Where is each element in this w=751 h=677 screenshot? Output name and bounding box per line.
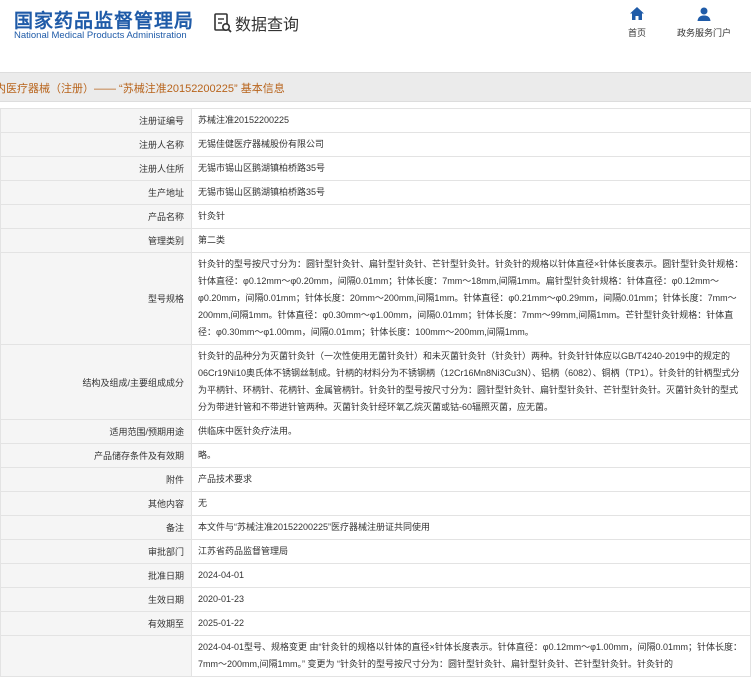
table-row: 批准日期 2024-04-01 bbox=[0, 563, 751, 588]
field-value: 2024-04-01型号、规格变更 由“针灸针的规格以针体的直径×针体长度表示。… bbox=[191, 635, 751, 677]
record-title: 内医疗器械（注册）—— “苏械注准20152200225” 基本信息 bbox=[0, 83, 285, 95]
table-row: 注册人住所 无锡市锡山区鹅湖镇柏桥路35号 bbox=[0, 156, 751, 181]
field-value: 无锡佳健医疗器械股份有限公司 bbox=[191, 132, 751, 157]
field-label: 其他内容 bbox=[0, 491, 192, 516]
field-label: 批准日期 bbox=[0, 563, 192, 588]
search-document-icon bbox=[214, 13, 232, 33]
field-label: 注册人住所 bbox=[0, 156, 192, 181]
nav-home[interactable]: 首页 bbox=[628, 6, 646, 39]
field-label: 注册证编号 bbox=[0, 108, 192, 133]
header-spacer bbox=[0, 56, 751, 72]
field-label: 型号规格 bbox=[0, 252, 192, 345]
logo-subtitle: National Medical Products Administration bbox=[14, 30, 187, 41]
field-value: 产品技术要求 bbox=[191, 467, 751, 492]
field-value: 无锡市锡山区鹅湖镇柏桥路35号 bbox=[191, 180, 751, 205]
field-label: 备注 bbox=[0, 515, 192, 540]
data-query-label: 数据查询 bbox=[235, 17, 300, 34]
logo-title[interactable]: 国家药品监督管理局 bbox=[14, 6, 194, 33]
field-label: 生效日期 bbox=[0, 587, 192, 612]
field-label bbox=[0, 635, 192, 677]
record-title-bar: 内医疗器械（注册）—— “苏械注准20152200225” 基本信息 bbox=[0, 72, 751, 102]
field-value: 针灸针 bbox=[191, 204, 751, 229]
user-icon bbox=[697, 7, 711, 21]
table-row: 结构及组成/主要组成成分 针灸针的品种分为灭菌针灸针（一次性使用无菌针灸针）和未灭… bbox=[0, 344, 751, 420]
nav-service-portal[interactable]: 政务服务门户 bbox=[677, 6, 731, 39]
table-row: 管理类别 第二类 bbox=[0, 228, 751, 253]
field-label: 有效期至 bbox=[0, 611, 192, 636]
table-row: 生效日期 2020-01-23 bbox=[0, 587, 751, 612]
table-row: 审批部门 江苏省药品监督管理局 bbox=[0, 539, 751, 564]
table-row: 附件 产品技术要求 bbox=[0, 467, 751, 492]
table-row: 型号规格 针灸针的型号按尺寸分为：圆针型针灸针、扁针型针灸针、芒针型针灸针。针灸针… bbox=[0, 252, 751, 345]
table-row: 产品储存条件及有效期 略。 bbox=[0, 443, 751, 468]
field-label: 产品名称 bbox=[0, 204, 192, 229]
nav-home-label: 首页 bbox=[628, 28, 647, 38]
field-label: 生产地址 bbox=[0, 180, 192, 205]
table-row: 备注 本文件与“苏械注准20152200225”医疗器械注册证共同使用 bbox=[0, 515, 751, 540]
table-row: 有效期至 2025-01-22 bbox=[0, 611, 751, 636]
table-row: 注册人名称 无锡佳健医疗器械股份有限公司 bbox=[0, 132, 751, 157]
site-header: 国家药品监督管理局 National Medical Products Admi… bbox=[0, 0, 751, 56]
table-row: 2024-04-01型号、规格变更 由“针灸针的规格以针体的直径×针体长度表示。… bbox=[0, 635, 751, 677]
field-value: 针灸针的品种分为灭菌针灸针（一次性使用无菌针灸针）和未灭菌针灸针（针灸针）两种。… bbox=[191, 344, 751, 420]
home-icon bbox=[630, 7, 644, 20]
field-value: 无 bbox=[191, 491, 751, 516]
field-value: 供临床中医针灸疗法用。 bbox=[191, 419, 751, 444]
field-value: 略。 bbox=[191, 443, 751, 468]
field-value: 2020-01-23 bbox=[191, 587, 751, 612]
table-row: 适用范围/预期用途 供临床中医针灸疗法用。 bbox=[0, 419, 751, 444]
field-label: 管理类别 bbox=[0, 228, 192, 253]
field-value: 2024-04-01 bbox=[191, 563, 751, 588]
field-value: 无锡市锡山区鹅湖镇柏桥路35号 bbox=[191, 156, 751, 181]
field-label: 附件 bbox=[0, 467, 192, 492]
field-value: 2025-01-22 bbox=[191, 611, 751, 636]
table-row: 其他内容无 bbox=[0, 491, 751, 516]
field-label: 结构及组成/主要组成成分 bbox=[0, 344, 192, 420]
nav-service-portal-label: 政务服务门户 bbox=[677, 28, 732, 38]
field-value: 江苏省药品监督管理局 bbox=[191, 539, 751, 564]
field-value: 针灸针的型号按尺寸分为：圆针型针灸针、扁针型针灸针、芒针型针灸针。针灸针的规格以… bbox=[191, 252, 751, 345]
field-value: 苏械注准20152200225 bbox=[191, 108, 751, 133]
field-label: 产品储存条件及有效期 bbox=[0, 443, 192, 468]
table-row: 生产地址 无锡市锡山区鹅湖镇柏桥路35号 bbox=[0, 180, 751, 205]
table-row: 注册证编号 苏械注准20152200225 bbox=[0, 108, 751, 133]
field-value: 本文件与“苏械注准20152200225”医疗器械注册证共同使用 bbox=[191, 515, 751, 540]
field-label: 适用范围/预期用途 bbox=[0, 419, 192, 444]
field-value: 第二类 bbox=[191, 228, 751, 253]
field-label: 审批部门 bbox=[0, 539, 192, 564]
data-query-link[interactable]: 数据查询 bbox=[213, 11, 299, 35]
field-label: 注册人名称 bbox=[0, 132, 192, 157]
record-detail-table: 注册证编号 苏械注准20152200225 注册人名称 无锡佳健医疗器械股份有限公司注… bbox=[0, 108, 751, 677]
table-row: 产品名称 针灸针 bbox=[0, 204, 751, 229]
